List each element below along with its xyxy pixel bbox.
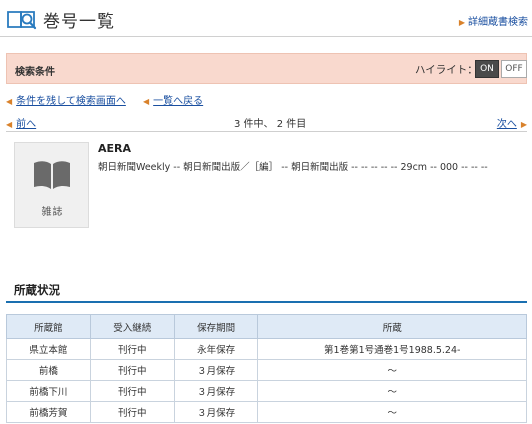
- table-cell: ３月保存: [173, 359, 259, 381]
- table-cell: ３月保存: [173, 401, 259, 423]
- pager-divider: [6, 131, 527, 132]
- table-cell: 刊行中: [89, 359, 175, 381]
- arrow-left-icon: ◀: [6, 120, 13, 129]
- highlight-on-button[interactable]: ON: [475, 60, 499, 78]
- column-header: 所蔵: [257, 314, 527, 339]
- prev-label[interactable]: 前へ: [16, 119, 36, 130]
- back-to-list-label[interactable]: 一覧へ戻る: [153, 96, 203, 107]
- arrow-left-icon: ◀: [6, 97, 13, 106]
- back-to-search-link[interactable]: ◀ 条件を残して検索画面へ: [6, 92, 126, 107]
- record-meta: 朝日新聞Weekly -- 朝日新聞出版／［編］ -- 朝日新聞出版 -- --…: [98, 162, 488, 173]
- arrow-right-icon: ▶: [458, 18, 465, 27]
- arrow-left-icon: ◀: [143, 97, 150, 106]
- pager: ◀ 前へ 3 件中、 2 件目 次へ ▶: [6, 113, 527, 130]
- material-type-thumbnail: 雑誌: [14, 142, 89, 228]
- table-cell: 前橋: [6, 359, 91, 381]
- book-search-icon: [7, 11, 37, 30]
- header-divider: [0, 36, 532, 37]
- prev-link[interactable]: ◀ 前へ: [6, 115, 36, 130]
- highlight-off-button[interactable]: OFF: [501, 60, 527, 78]
- back-to-search-label[interactable]: 条件を残して検索画面へ: [16, 96, 126, 107]
- search-conditions-label: 検索条件: [15, 67, 55, 78]
- holdings-divider: [6, 301, 527, 303]
- table-cell: ３月保存: [173, 380, 259, 402]
- column-header: 所蔵館: [6, 314, 91, 339]
- table-row: 県立本館 刊行中 永年保存 第1巻第1号通巻1号1988.5.24-: [6, 338, 527, 360]
- column-header: 受入継続: [89, 314, 175, 339]
- table-cell: ～: [257, 380, 527, 402]
- table-cell: 永年保存: [173, 338, 259, 360]
- detail-search-label: 詳細蔵書検索: [468, 17, 528, 28]
- page-header: 巻号一覧 ▶ 詳細蔵書検索: [0, 0, 532, 36]
- table-cell: 刊行中: [89, 338, 175, 360]
- detail-search-link[interactable]: ▶ 詳細蔵書検索: [459, 13, 528, 28]
- table-row: 前橋 刊行中 ３月保存 ～: [6, 359, 527, 381]
- highlight-label: ハイライト：: [415, 64, 478, 76]
- material-type-label: 雑誌: [41, 207, 64, 218]
- page-title: 巻号一覧: [43, 12, 115, 32]
- holdings-heading: 所蔵状況: [14, 283, 60, 297]
- table-cell: ～: [257, 359, 527, 381]
- back-to-list-link[interactable]: ◀ 一覧へ戻る: [143, 92, 203, 107]
- table-cell: 前橋下川: [6, 380, 91, 402]
- result-count: 3 件中、 2 件目: [234, 119, 307, 130]
- arrow-right-icon: ▶: [520, 120, 527, 129]
- next-label[interactable]: 次へ: [497, 119, 517, 130]
- record-title: AERA: [98, 142, 132, 155]
- holdings-table: 所蔵館 受入継続 保存期間 所蔵 県立本館 刊行中 永年保存 第1巻第1号通巻1…: [6, 314, 527, 423]
- table-row: 前橋芳賀 刊行中 ３月保存 ～: [6, 401, 527, 423]
- table-cell: ～: [257, 401, 527, 423]
- search-conditions-bar: 検索条件 ハイライト： ON OFF: [6, 53, 527, 84]
- open-book-icon: [34, 161, 70, 189]
- table-row: 前橋下川 刊行中 ３月保存 ～: [6, 380, 527, 402]
- table-cell: 前橋芳賀: [6, 401, 91, 423]
- table-cell: 県立本館: [6, 338, 91, 360]
- next-link[interactable]: 次へ ▶: [497, 115, 527, 130]
- table-header-row: 所蔵館 受入継続 保存期間 所蔵: [6, 314, 527, 339]
- table-cell: 刊行中: [89, 380, 175, 402]
- table-cell: 刊行中: [89, 401, 175, 423]
- table-cell: 第1巻第1号通巻1号1988.5.24-: [257, 338, 527, 360]
- column-header: 保存期間: [173, 314, 259, 339]
